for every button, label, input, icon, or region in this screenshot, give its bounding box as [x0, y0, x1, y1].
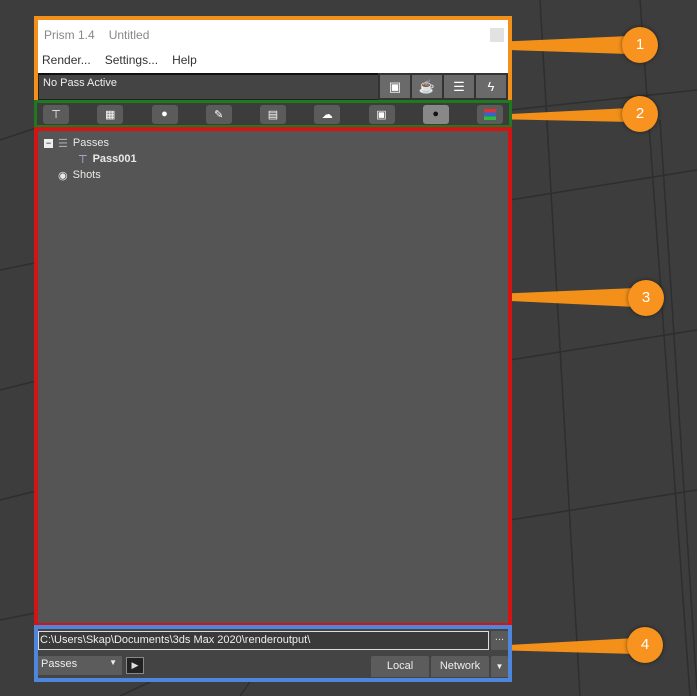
toolbar-section: ⊤ ▦ ● ✎ ▤ ☁ ▣ ● — [34, 100, 512, 128]
local-render-button[interactable]: Local — [371, 656, 429, 677]
close-button[interactable] — [490, 28, 504, 42]
chevron-down-icon: ▼ — [109, 658, 117, 667]
shots-label: Shots — [72, 169, 101, 181]
tree-item-pass001[interactable]: ⊤ Pass001 — [44, 151, 137, 167]
file-name: Untitled — [108, 28, 150, 42]
menu-render[interactable]: Render... — [42, 53, 91, 67]
pass-label: Pass001 — [92, 153, 137, 165]
mode-select[interactable]: Passes ▼ — [38, 656, 122, 675]
callout-2: 2 — [622, 96, 658, 132]
callout-3: 3 — [628, 280, 664, 316]
settings-panel-icon[interactable]: ▤ — [260, 104, 286, 124]
objects-icon[interactable]: ▦ — [97, 104, 124, 124]
shutter-icon: ◉ — [58, 169, 68, 182]
pass-tree: − ☰ Passes ⊤ Pass001 ◉ Shots — [44, 135, 137, 183]
render-output-section: C:\Users\Skap\Documents\3ds Max 2020\ren… — [34, 625, 512, 682]
play-icon[interactable]: ▶ — [126, 657, 144, 674]
app-name: Prism 1.4 — [44, 28, 95, 42]
render-frame-icon[interactable]: ▣ — [368, 104, 395, 124]
environment-icon[interactable]: ☁ — [314, 104, 341, 124]
pass-tree-section: − ☰ Passes ⊤ Pass001 ◉ Shots — [34, 127, 512, 627]
teapot-icon[interactable]: ☕ — [412, 75, 442, 98]
color-layers-icon[interactable] — [477, 104, 503, 124]
passes-label: Passes — [72, 137, 109, 149]
hierarchy-icon: ⊤ — [78, 153, 88, 166]
active-pass-status: No Pass Active — [38, 73, 389, 100]
render-preview-icon[interactable]: ▣ — [380, 75, 410, 98]
stack-icon: ☰ — [58, 137, 68, 150]
sphere-icon[interactable]: ● — [151, 104, 178, 124]
menu-help[interactable]: Help — [172, 53, 197, 67]
window-title: Prism 1.4 Untitled — [44, 28, 163, 42]
callout-1: 1 — [622, 27, 658, 63]
callout-4: 4 — [627, 627, 663, 663]
tree-item-shots[interactable]: ◉ Shots — [44, 167, 137, 183]
layers-icon[interactable]: ☰ — [444, 75, 474, 98]
hierarchy-icon[interactable]: ⊤ — [43, 104, 69, 124]
menu-bar: Render... Settings... Help — [42, 53, 197, 67]
network-render-button[interactable]: Network — [431, 656, 489, 677]
collapse-icon[interactable]: − — [44, 138, 53, 148]
lightning-icon[interactable]: ϟ — [476, 75, 506, 98]
render-options-dropdown[interactable]: ▼ — [491, 656, 508, 677]
mode-select-value: Passes — [41, 658, 78, 670]
prism-header-section: Prism 1.4 Untitled Render... Settings... … — [34, 16, 512, 100]
light-icon[interactable]: ✎ — [205, 104, 232, 124]
browse-button[interactable]: ... — [491, 631, 508, 650]
tree-item-passes[interactable]: − ☰ Passes — [44, 135, 137, 151]
output-path-input[interactable]: C:\Users\Skap\Documents\3ds Max 2020\ren… — [38, 631, 489, 650]
header-buttons: ▣ ☕ ☰ ϟ — [378, 73, 508, 100]
camera-dot-icon[interactable]: ● — [422, 104, 449, 124]
menu-settings[interactable]: Settings... — [105, 53, 158, 67]
